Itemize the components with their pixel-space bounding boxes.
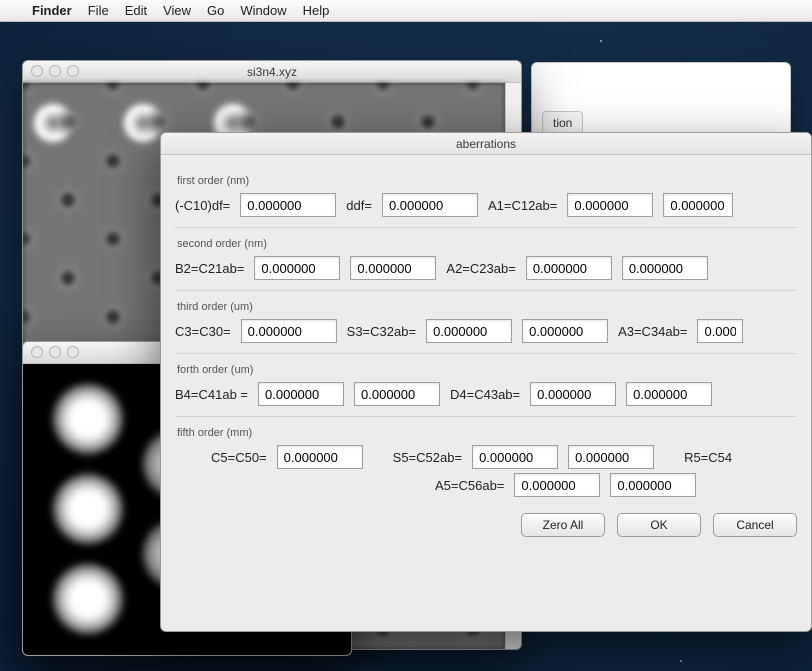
input-a5-a[interactable] <box>514 473 600 497</box>
row-second-order: B2=C21ab= A2=C23ab= <box>175 256 797 280</box>
section-fifth-order: fifth order (mm) <box>177 427 797 439</box>
titlebar[interactable]: aberrations <box>161 133 811 155</box>
input-a5-b[interactable] <box>610 473 696 497</box>
titlebar[interactable]: si3n4.xyz <box>23 61 521 83</box>
label-c5: C5=C50= <box>211 450 267 465</box>
traffic-lights <box>31 65 79 77</box>
minimize-icon[interactable] <box>49 65 61 77</box>
label-c3: C3=C30= <box>175 324 231 339</box>
row-forth-order: B4=C41ab = D4=C43ab= <box>175 382 797 406</box>
ok-button[interactable]: OK <box>617 513 701 537</box>
input-c5[interactable] <box>277 445 363 469</box>
separator <box>175 353 797 354</box>
star-icon <box>680 660 682 662</box>
button-bar: Zero All OK Cancel <box>175 513 797 537</box>
row-fifth-order-2: A5=C56ab= <box>175 473 797 497</box>
menubar: Finder File Edit View Go Window Help <box>0 0 812 22</box>
input-a2-b[interactable] <box>622 256 708 280</box>
input-b4-a[interactable] <box>258 382 344 406</box>
label-s3: S3=C32ab= <box>347 324 416 339</box>
window-title: si3n4.xyz <box>247 65 297 79</box>
label-b2: B2=C21ab= <box>175 261 244 276</box>
input-d4-a[interactable] <box>530 382 616 406</box>
input-ddf[interactable] <box>382 193 478 217</box>
input-c10[interactable] <box>240 193 336 217</box>
input-s3-b[interactable] <box>522 319 608 343</box>
row-first-order: (-C10)df= ddf= A1=C12ab= <box>175 193 797 217</box>
dialog-aberrations: aberrations first order (nm) (-C10)df= d… <box>160 132 812 632</box>
section-second-order: second order (nm) <box>177 238 797 250</box>
cancel-button[interactable]: Cancel <box>713 513 797 537</box>
input-b2-a[interactable] <box>254 256 340 280</box>
separator <box>175 227 797 228</box>
row-fifth-order-1: C5=C50= S5=C52ab= R5=C54 <box>175 445 797 469</box>
blob-icon <box>53 564 123 634</box>
input-a3[interactable] <box>697 319 743 343</box>
input-s5-a[interactable] <box>472 445 558 469</box>
zero-all-button[interactable]: Zero All <box>521 513 605 537</box>
star-icon <box>600 40 602 42</box>
label-r5: R5=C54 <box>684 450 732 465</box>
label-a2: A2=C23ab= <box>446 261 515 276</box>
separator <box>175 416 797 417</box>
section-first-order: first order (nm) <box>177 175 797 187</box>
menu-edit[interactable]: Edit <box>125 3 147 18</box>
separator <box>175 290 797 291</box>
label-b4: B4=C41ab = <box>175 387 248 402</box>
close-icon[interactable] <box>31 65 43 77</box>
zoom-icon[interactable] <box>67 65 79 77</box>
dialog-title: aberrations <box>456 137 516 151</box>
menubar-app-name[interactable]: Finder <box>32 3 72 18</box>
section-forth-order: forth order (um) <box>177 364 797 376</box>
background-tab-label: tion <box>553 116 572 130</box>
input-b4-b[interactable] <box>354 382 440 406</box>
label-c10: (-C10)df= <box>175 198 230 213</box>
minimize-icon[interactable] <box>49 346 61 358</box>
label-s5: S5=C52ab= <box>393 450 462 465</box>
menu-help[interactable]: Help <box>303 3 330 18</box>
input-s3-a[interactable] <box>426 319 512 343</box>
label-ddf: ddf= <box>346 198 372 213</box>
menu-file[interactable]: File <box>88 3 109 18</box>
zoom-icon[interactable] <box>67 346 79 358</box>
input-d4-b[interactable] <box>626 382 712 406</box>
close-icon[interactable] <box>31 346 43 358</box>
label-a1: A1=C12ab= <box>488 198 557 213</box>
input-s5-b[interactable] <box>568 445 654 469</box>
label-a5: A5=C56ab= <box>435 478 504 493</box>
menu-window[interactable]: Window <box>240 3 286 18</box>
input-a2-a[interactable] <box>526 256 612 280</box>
input-b2-b[interactable] <box>350 256 436 280</box>
menu-view[interactable]: View <box>163 3 191 18</box>
input-a1-b[interactable] <box>663 193 733 217</box>
menu-go[interactable]: Go <box>207 3 224 18</box>
blob-icon <box>53 384 123 454</box>
label-a3: A3=C34ab= <box>618 324 687 339</box>
blob-icon <box>53 474 123 544</box>
row-third-order: C3=C30= S3=C32ab= A3=C34ab= <box>175 319 797 343</box>
input-c3[interactable] <box>241 319 337 343</box>
section-third-order: third order (um) <box>177 301 797 313</box>
traffic-lights <box>31 346 79 358</box>
input-a1-a[interactable] <box>567 193 653 217</box>
label-d4: D4=C43ab= <box>450 387 520 402</box>
